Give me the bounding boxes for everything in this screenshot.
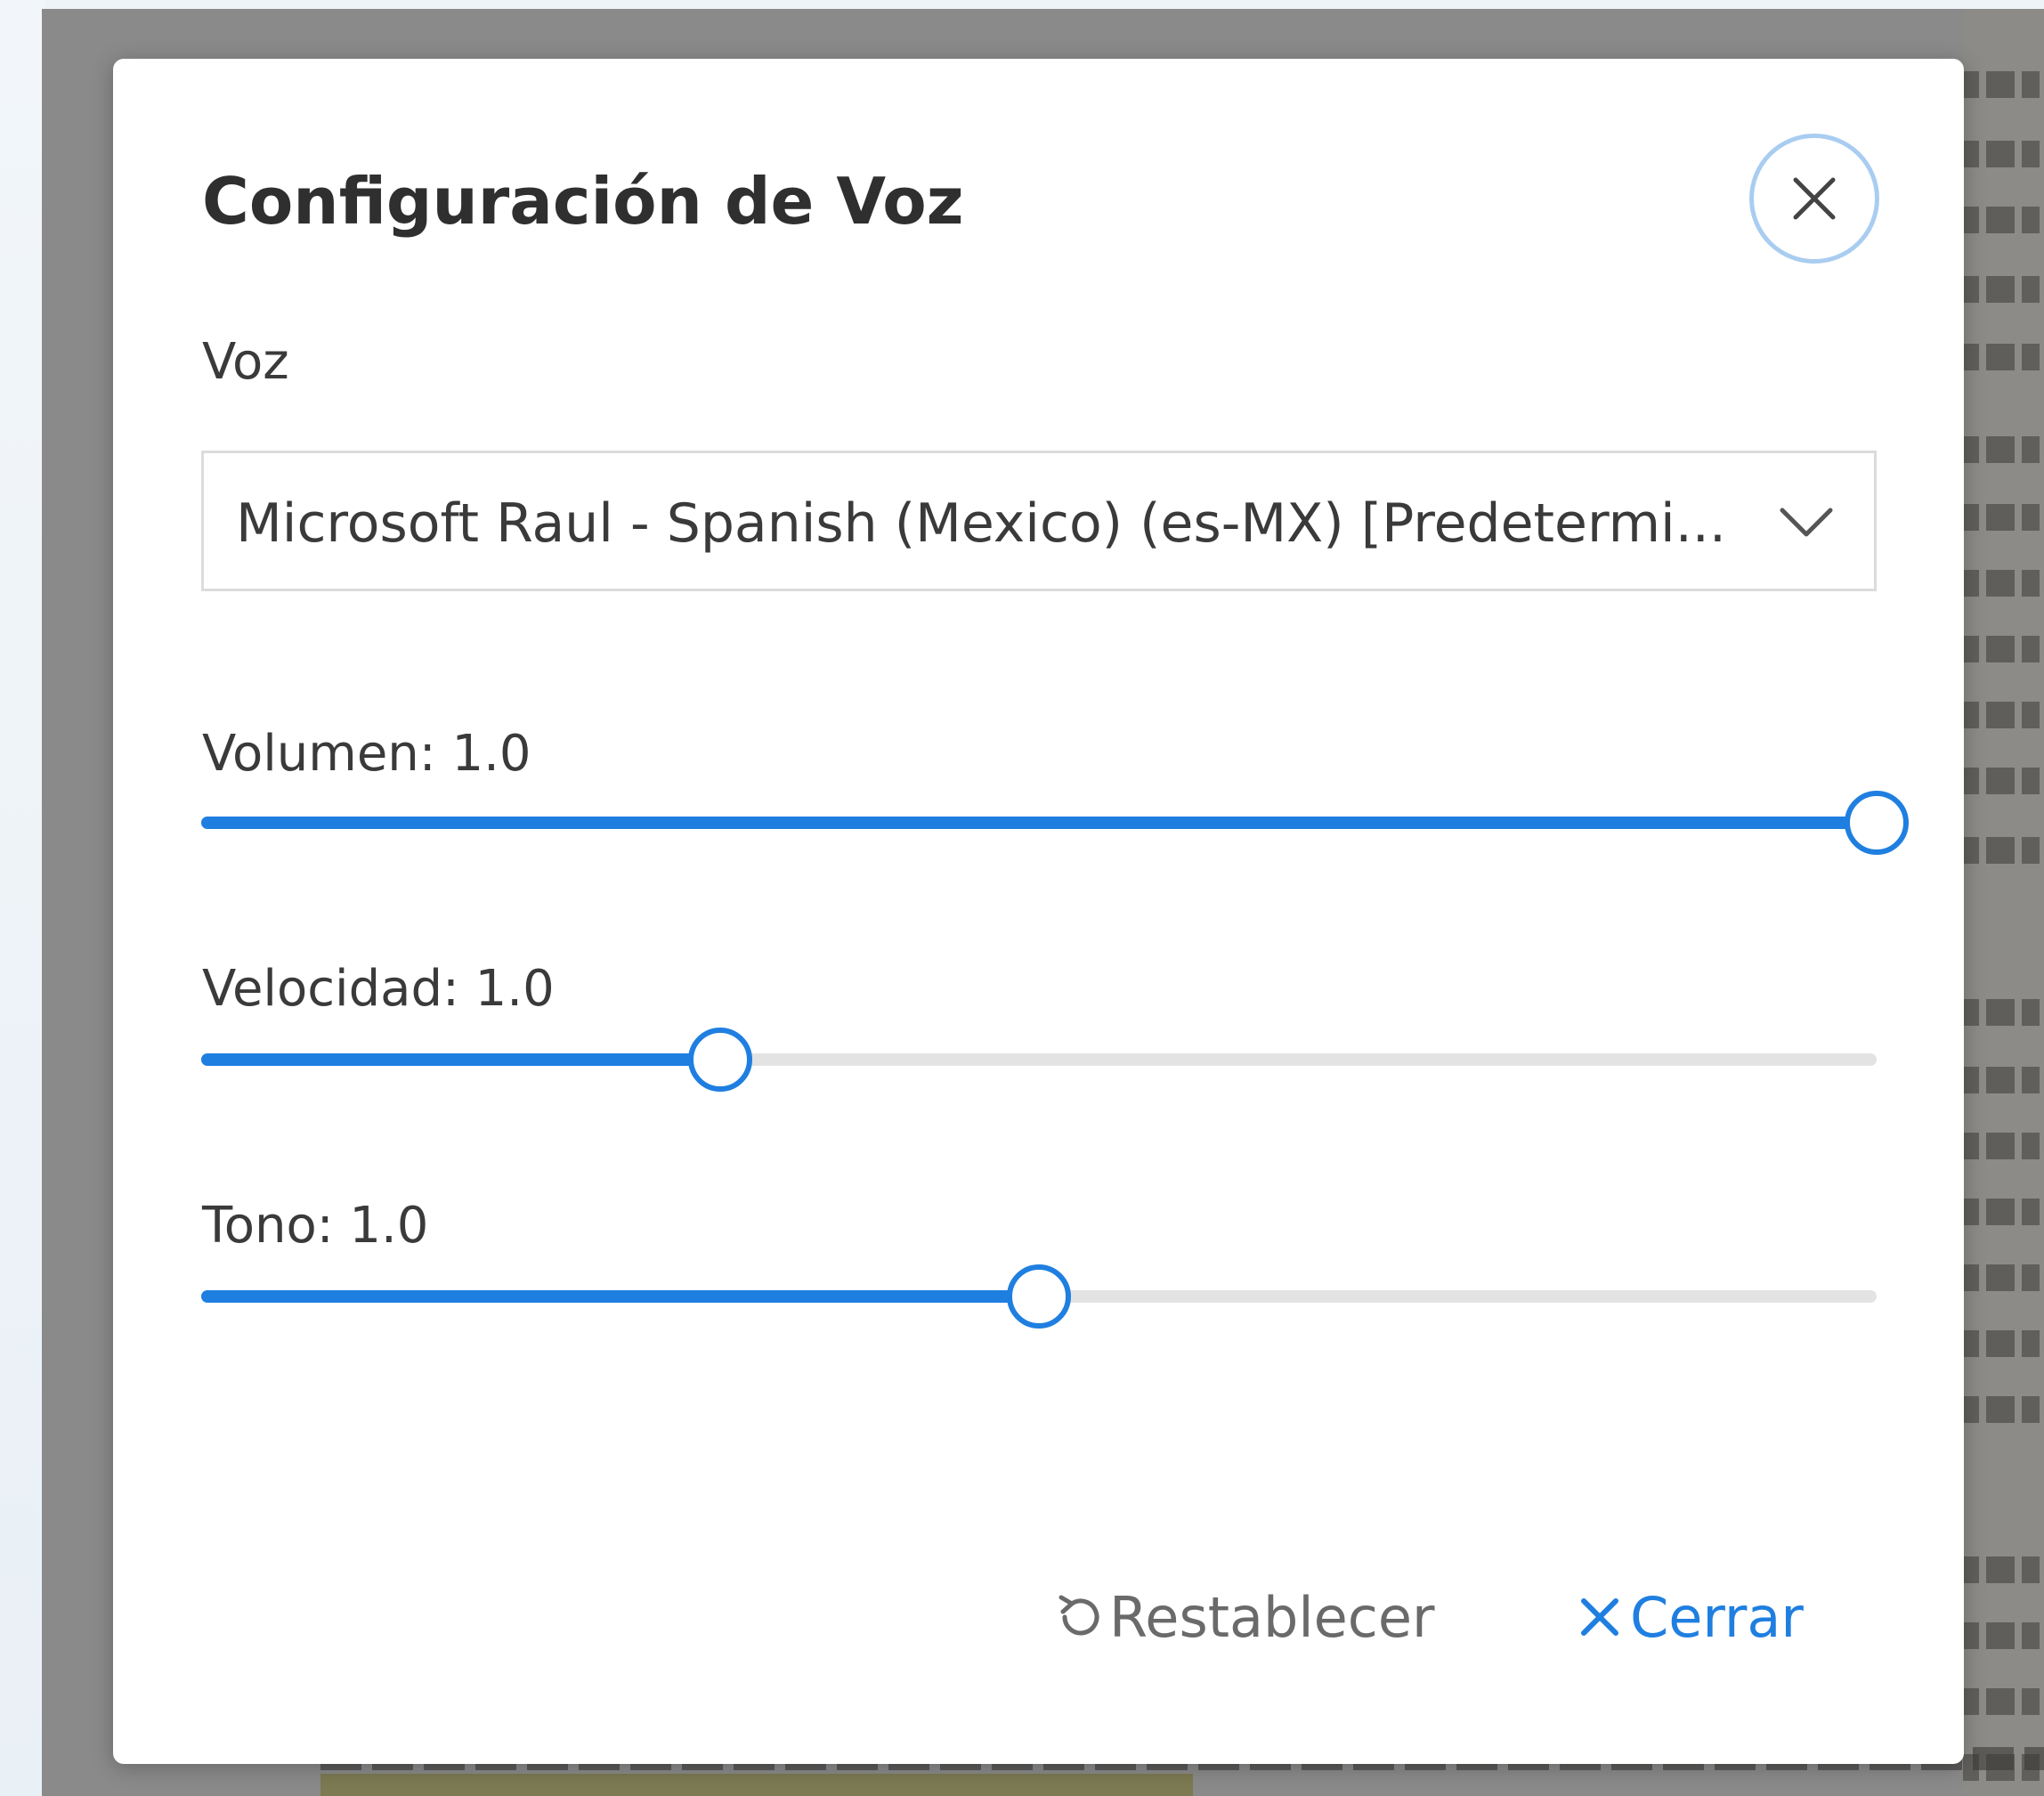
page-background [0, 0, 45, 1796]
speed-slider[interactable] [201, 1024, 1877, 1095]
pitch-slider[interactable] [201, 1261, 1877, 1332]
reset-button[interactable]: Restablecer [1052, 1577, 1435, 1657]
background-document-highlight [320, 1774, 1193, 1796]
voice-field-label: Voz [202, 333, 289, 391]
speed-label: Velocidad: 1.0 [202, 960, 555, 1018]
dialog-close-button[interactable] [1749, 134, 1879, 264]
volume-label: Volumen: 1.0 [202, 725, 531, 783]
voice-select-value: Microsoft Raul - Spanish (Mexico) (es-MX… [236, 492, 1726, 555]
pitch-label: Tono: 1.0 [202, 1197, 429, 1255]
volume-slider-fill [201, 817, 1877, 829]
close-button[interactable]: Cerrar [1573, 1577, 1804, 1657]
volume-slider-track[interactable] [201, 817, 1877, 829]
volume-slider[interactable] [201, 787, 1909, 858]
close-button-label: Cerrar [1630, 1584, 1804, 1650]
pitch-slider-fill [201, 1290, 1039, 1303]
reset-icon [1052, 1590, 1106, 1644]
speed-slider-fill [201, 1053, 721, 1066]
speed-slider-track[interactable] [201, 1053, 1877, 1066]
reset-button-label: Restablecer [1109, 1584, 1435, 1650]
background-document-edge [1963, 9, 2044, 1796]
pitch-slider-thumb[interactable] [1007, 1264, 1071, 1329]
chevron-down-icon [1780, 508, 1833, 537]
volume-slider-thumb[interactable] [1845, 791, 1909, 855]
close-icon [1573, 1590, 1626, 1644]
voice-select[interactable]: Microsoft Raul - Spanish (Mexico) (es-MX… [201, 451, 1877, 591]
dialog-title: Configuración de Voz [202, 164, 964, 239]
speed-slider-thumb[interactable] [688, 1028, 753, 1092]
close-icon [1793, 177, 1836, 220]
voice-settings-dialog: Configuración de Voz Voz Microsoft Raul … [113, 59, 1964, 1764]
